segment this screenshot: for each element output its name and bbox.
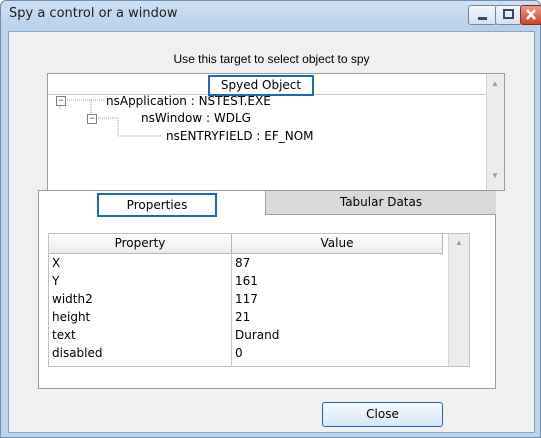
- scroll-up-arrow-icon[interactable]: ▲: [455, 238, 463, 247]
- property-cell: disabled: [52, 346, 103, 360]
- value-cell: 0: [235, 346, 243, 360]
- close-icon: [526, 9, 536, 20]
- properties-grid[interactable]: Property Value X 87 Y 161 width2 117 hei…: [48, 233, 470, 367]
- property-cell: X: [52, 256, 61, 270]
- tab-properties[interactable]: Properties: [39, 191, 265, 217]
- property-cell: height: [52, 310, 91, 324]
- scroll-up-arrow-icon[interactable]: ▲: [491, 79, 499, 88]
- tab-tabular-datas[interactable]: Tabular Datas: [265, 191, 496, 215]
- column-header-value[interactable]: Value: [232, 234, 443, 254]
- value-cell: 21: [235, 310, 251, 324]
- minimize-button[interactable]: [468, 5, 497, 25]
- dialog-body: Use this target to select object to spy …: [8, 31, 535, 433]
- tree-expander-minus-icon[interactable]: −: [56, 96, 66, 106]
- spy-tree-view[interactable]: Spyed Object − nsApplication : NSTEST.EX…: [47, 73, 505, 191]
- close-window-button[interactable]: [520, 5, 541, 25]
- window-title: Spy a control or a window: [9, 6, 178, 21]
- scroll-down-arrow-icon[interactable]: ▼: [491, 171, 499, 180]
- value-cell: 87: [235, 256, 251, 270]
- column-header-property[interactable]: Property: [49, 234, 232, 254]
- tree-expander-minus-icon[interactable]: −: [87, 114, 97, 124]
- column-divider: [231, 253, 232, 366]
- tab-properties-label: Properties: [97, 193, 217, 217]
- tree-node-application[interactable]: nsApplication : NSTEST.EXE: [106, 94, 271, 108]
- value-cell: Durand: [235, 328, 280, 342]
- close-button[interactable]: Close: [322, 402, 443, 427]
- tree-node-window[interactable]: nsWindow : WDLG: [141, 111, 251, 125]
- value-cell: 161: [235, 274, 258, 288]
- property-cell: text: [52, 328, 76, 342]
- tree-node-entryfield[interactable]: nsENTRYFIELD : EF_NOM: [166, 129, 314, 143]
- grid-vertical-scrollbar[interactable]: ▲: [448, 234, 469, 366]
- spy-dialog-window: Spy a control or a window Use this targe…: [0, 0, 541, 438]
- property-cell: width2: [52, 292, 93, 306]
- maximize-icon: [503, 9, 514, 19]
- minimize-icon: [478, 17, 487, 20]
- tab-control: Properties Tabular Datas Property Value …: [38, 190, 496, 389]
- maximize-button[interactable]: [495, 5, 522, 25]
- value-cell: 117: [235, 292, 258, 306]
- title-bar[interactable]: Spy a control or a window: [1, 1, 541, 29]
- hint-text: Use this target to select object to spy: [173, 52, 370, 66]
- property-cell: Y: [52, 274, 60, 288]
- tree-vertical-scrollbar[interactable]: ▲ ▼: [486, 74, 504, 190]
